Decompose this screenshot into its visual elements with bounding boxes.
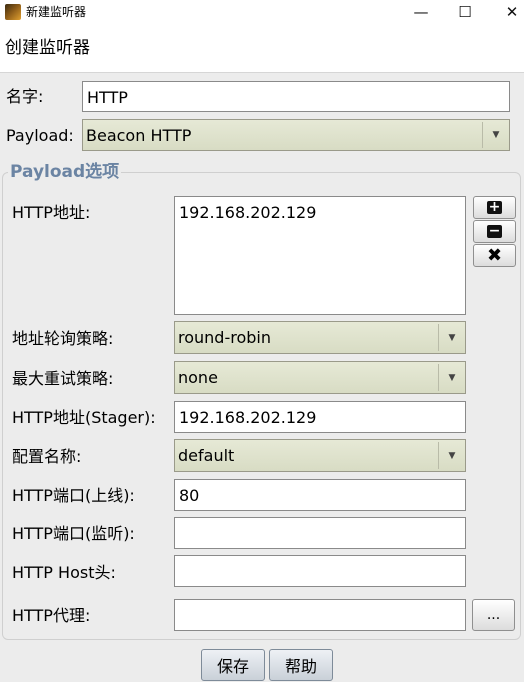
stager-input[interactable]: 192.168.202.129 xyxy=(174,401,466,433)
title-bar: 新建监听器 — ☐ ✕ xyxy=(0,0,524,24)
payload-select-value: Beacon HTTP xyxy=(86,126,192,145)
clear-x-icon: ✖ xyxy=(486,245,503,266)
profile-select[interactable]: default ▼ xyxy=(174,439,466,472)
proxy-config-button[interactable]: ... xyxy=(472,599,515,631)
close-icon: ✕ xyxy=(505,3,519,21)
chevron-down-icon: ▼ xyxy=(438,324,465,351)
plus-icon: + xyxy=(487,199,502,215)
failover-label: 最大重试策略: xyxy=(12,369,114,388)
minimize-button[interactable]: — xyxy=(398,0,444,24)
profile-select-value: default xyxy=(178,446,235,465)
host-header-label: HTTP Host头: xyxy=(12,563,116,582)
rotation-label: 地址轮询策略: xyxy=(12,329,114,348)
payload-select[interactable]: Beacon HTTP ▼ xyxy=(82,119,510,151)
chevron-down-icon: ▼ xyxy=(438,364,465,391)
port-bind-input[interactable] xyxy=(174,517,466,549)
save-button[interactable]: 保存 xyxy=(201,649,265,681)
http-hosts-list[interactable]: 192.168.202.129 xyxy=(174,196,466,315)
maximize-button[interactable]: ☐ xyxy=(442,0,488,24)
minimize-icon: — xyxy=(413,3,429,21)
chevron-down-icon: ▼ xyxy=(438,442,465,469)
payload-options-title: Payload选项 xyxy=(8,161,122,183)
port-bind-label: HTTP端口(监听): xyxy=(12,524,135,543)
save-button-label: 保存 xyxy=(216,657,249,676)
help-button[interactable]: 帮助 xyxy=(269,649,333,681)
rotation-select-value: round-robin xyxy=(178,328,271,347)
dialog-title: 创建监听器 xyxy=(5,38,90,58)
proxy-label: HTTP代理: xyxy=(12,606,91,625)
help-button-label: 帮助 xyxy=(284,657,317,676)
failover-select[interactable]: none ▼ xyxy=(174,361,466,394)
dialog-header: 创建监听器 xyxy=(0,24,524,73)
rotation-select[interactable]: round-robin ▼ xyxy=(174,321,466,354)
maximize-icon: ☐ xyxy=(458,3,472,21)
minus-icon: − xyxy=(487,223,502,239)
chevron-down-icon: ▼ xyxy=(482,122,509,148)
failover-select-value: none xyxy=(178,368,218,387)
stager-label: HTTP地址(Stager): xyxy=(12,408,156,427)
app-icon xyxy=(5,4,21,20)
profile-label: 配置名称: xyxy=(12,447,82,466)
remove-host-button[interactable]: − xyxy=(473,220,516,243)
add-host-button[interactable]: + xyxy=(473,196,516,219)
proxy-config-button-label: ... xyxy=(486,607,501,623)
window-title: 新建监听器 xyxy=(26,5,87,19)
port-c2-label: HTTP端口(上线): xyxy=(12,486,135,505)
payload-label: Payload: xyxy=(6,126,74,145)
host-header-input[interactable] xyxy=(174,555,466,587)
name-input[interactable]: HTTP xyxy=(82,81,510,112)
close-button[interactable]: ✕ xyxy=(489,0,524,24)
port-c2-input[interactable]: 80 xyxy=(174,479,466,511)
http-hosts-label: HTTP地址: xyxy=(12,203,91,222)
clear-hosts-button[interactable]: ✖ xyxy=(473,244,516,267)
name-label: 名字: xyxy=(6,87,44,106)
proxy-input[interactable] xyxy=(174,599,466,631)
